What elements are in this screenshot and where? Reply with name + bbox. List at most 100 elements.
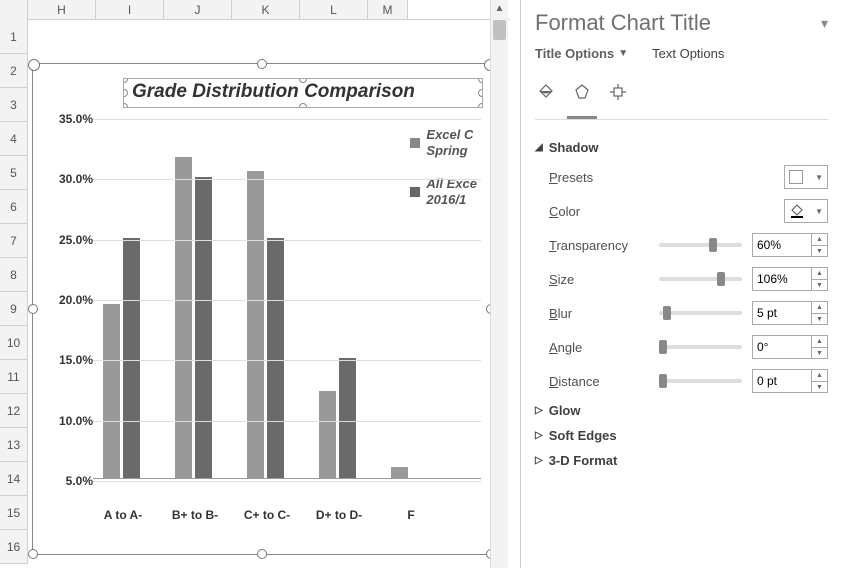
tab-title-options[interactable]: Title Options▼ [535, 46, 628, 61]
angle-spinner[interactable]: 0°▲▼ [752, 335, 828, 359]
row-header[interactable]: 8 [0, 258, 28, 292]
title-resize-handle[interactable] [478, 103, 483, 108]
spin-up[interactable]: ▲ [812, 302, 827, 314]
distance-label: Distance [549, 374, 649, 389]
x-category-label: C+ to C- [232, 508, 302, 524]
bar-series1[interactable] [247, 171, 264, 479]
pane-menu-icon[interactable]: ▾ [821, 15, 828, 32]
bar-series2[interactable] [195, 177, 212, 479]
bar-series2[interactable] [267, 238, 284, 479]
size-spinner[interactable]: 106%▲▼ [752, 267, 828, 291]
color-label: Color [549, 204, 649, 219]
scroll-thumb[interactable] [493, 20, 506, 40]
y-tick-label: 25.0% [59, 233, 93, 247]
tab-text-options[interactable]: Text Options [652, 46, 724, 61]
pane-icon-tabs [535, 75, 828, 120]
col-header[interactable]: H [28, 0, 96, 19]
title-resize-handle[interactable] [123, 89, 128, 97]
chart-title[interactable]: Grade Distribution Comparison [123, 78, 483, 108]
x-axis-line [93, 478, 481, 479]
shadow-header[interactable]: ◢Shadow [535, 140, 828, 155]
gridline [93, 179, 481, 180]
distance-spinner[interactable]: 0 pt▲▼ [752, 369, 828, 393]
spin-down[interactable]: ▼ [812, 280, 827, 291]
shadow-section: ◢Shadow Presets ▼ Color ▼ Transparency 6… [535, 140, 828, 393]
row-header[interactable]: 5 [0, 156, 28, 190]
title-resize-handle[interactable] [299, 103, 307, 108]
row-header[interactable]: 2 [0, 54, 28, 88]
bar-series2[interactable] [339, 358, 356, 479]
y-tick-label: 5.0% [66, 474, 93, 488]
blur-spinner[interactable]: 5 pt▲▼ [752, 301, 828, 325]
bar-series1[interactable] [103, 304, 120, 479]
size-properties-icon[interactable] [607, 81, 629, 103]
x-category-label: A to A- [88, 508, 158, 524]
chart-object[interactable]: Grade Distribution Comparison Excel CSpr… [32, 63, 492, 555]
x-category-label: B+ to B- [160, 508, 230, 524]
x-category-label: D+ to D- [304, 508, 374, 524]
scroll-up-arrow[interactable]: ▲ [491, 0, 508, 18]
fill-color-icon [789, 203, 805, 219]
col-header[interactable]: I [96, 0, 164, 19]
transparency-slider[interactable] [659, 243, 742, 247]
y-axis[interactable]: 5.0%10.0%15.0%20.0%25.0%30.0%35.0% [43, 119, 93, 479]
y-tick-label: 15.0% [59, 353, 93, 367]
spin-down[interactable]: ▼ [812, 246, 827, 257]
col-header[interactable]: J [164, 0, 232, 19]
size-slider[interactable] [659, 277, 742, 281]
bar-series1[interactable] [319, 391, 336, 479]
row-header[interactable]: 9 [0, 292, 28, 326]
row-header[interactable]: 7 [0, 224, 28, 258]
transparency-spinner[interactable]: 60%▲▼ [752, 233, 828, 257]
presets-picker[interactable]: ▼ [784, 165, 828, 189]
row-header[interactable]: 15 [0, 496, 28, 530]
bar-series1[interactable] [175, 157, 192, 479]
spin-up[interactable]: ▲ [812, 234, 827, 246]
distance-slider[interactable] [659, 379, 742, 383]
vertical-scrollbar[interactable]: ▲ [490, 0, 508, 568]
y-tick-label: 10.0% [59, 414, 93, 428]
resize-handle[interactable] [28, 304, 38, 314]
row-header[interactable]: 13 [0, 428, 28, 462]
format-3d-header[interactable]: ▷3-D Format [535, 453, 828, 468]
resize-handle[interactable] [257, 549, 267, 559]
resize-handle[interactable] [257, 59, 267, 69]
spin-up[interactable]: ▲ [812, 268, 827, 280]
effects-icon[interactable] [571, 81, 593, 103]
glow-header[interactable]: ▷Glow [535, 403, 828, 418]
soft-edges-header[interactable]: ▷Soft Edges [535, 428, 828, 443]
row-header[interactable]: 10 [0, 326, 28, 360]
blur-slider[interactable] [659, 311, 742, 315]
row-header[interactable]: 3 [0, 88, 28, 122]
title-resize-handle[interactable] [123, 78, 128, 83]
bar-series2[interactable] [123, 238, 140, 479]
resize-handle[interactable] [28, 549, 38, 559]
spin-up[interactable]: ▲ [812, 336, 827, 348]
select-all-corner[interactable] [0, 0, 28, 20]
y-tick-label: 20.0% [59, 293, 93, 307]
title-resize-handle[interactable] [478, 78, 483, 83]
row-header[interactable]: 1 [0, 20, 28, 54]
color-picker[interactable]: ▼ [784, 199, 828, 223]
spin-down[interactable]: ▼ [812, 348, 827, 359]
spin-down[interactable]: ▼ [812, 382, 827, 393]
row-header[interactable]: 6 [0, 190, 28, 224]
spin-down[interactable]: ▼ [812, 314, 827, 325]
title-resize-handle[interactable] [478, 89, 483, 97]
row-header[interactable]: 11 [0, 360, 28, 394]
bars-area: A to A-B+ to B-C+ to C-D+ to D-F [93, 119, 481, 479]
col-header[interactable]: M [368, 0, 408, 19]
transparency-label: Transparency [549, 238, 649, 253]
col-header[interactable]: L [300, 0, 368, 19]
fill-line-icon[interactable] [535, 81, 557, 103]
angle-slider[interactable] [659, 345, 742, 349]
format-3d-section: ▷3-D Format [535, 453, 828, 468]
spin-up[interactable]: ▲ [812, 370, 827, 382]
row-header[interactable]: 12 [0, 394, 28, 428]
row-header[interactable]: 16 [0, 530, 28, 564]
col-header[interactable]: K [232, 0, 300, 19]
title-resize-handle[interactable] [123, 103, 128, 108]
row-header[interactable]: 14 [0, 462, 28, 496]
row-header[interactable]: 4 [0, 122, 28, 156]
plot-area[interactable]: Excel CSpring All Exce2016/1 5.0%10.0%15… [43, 119, 481, 524]
